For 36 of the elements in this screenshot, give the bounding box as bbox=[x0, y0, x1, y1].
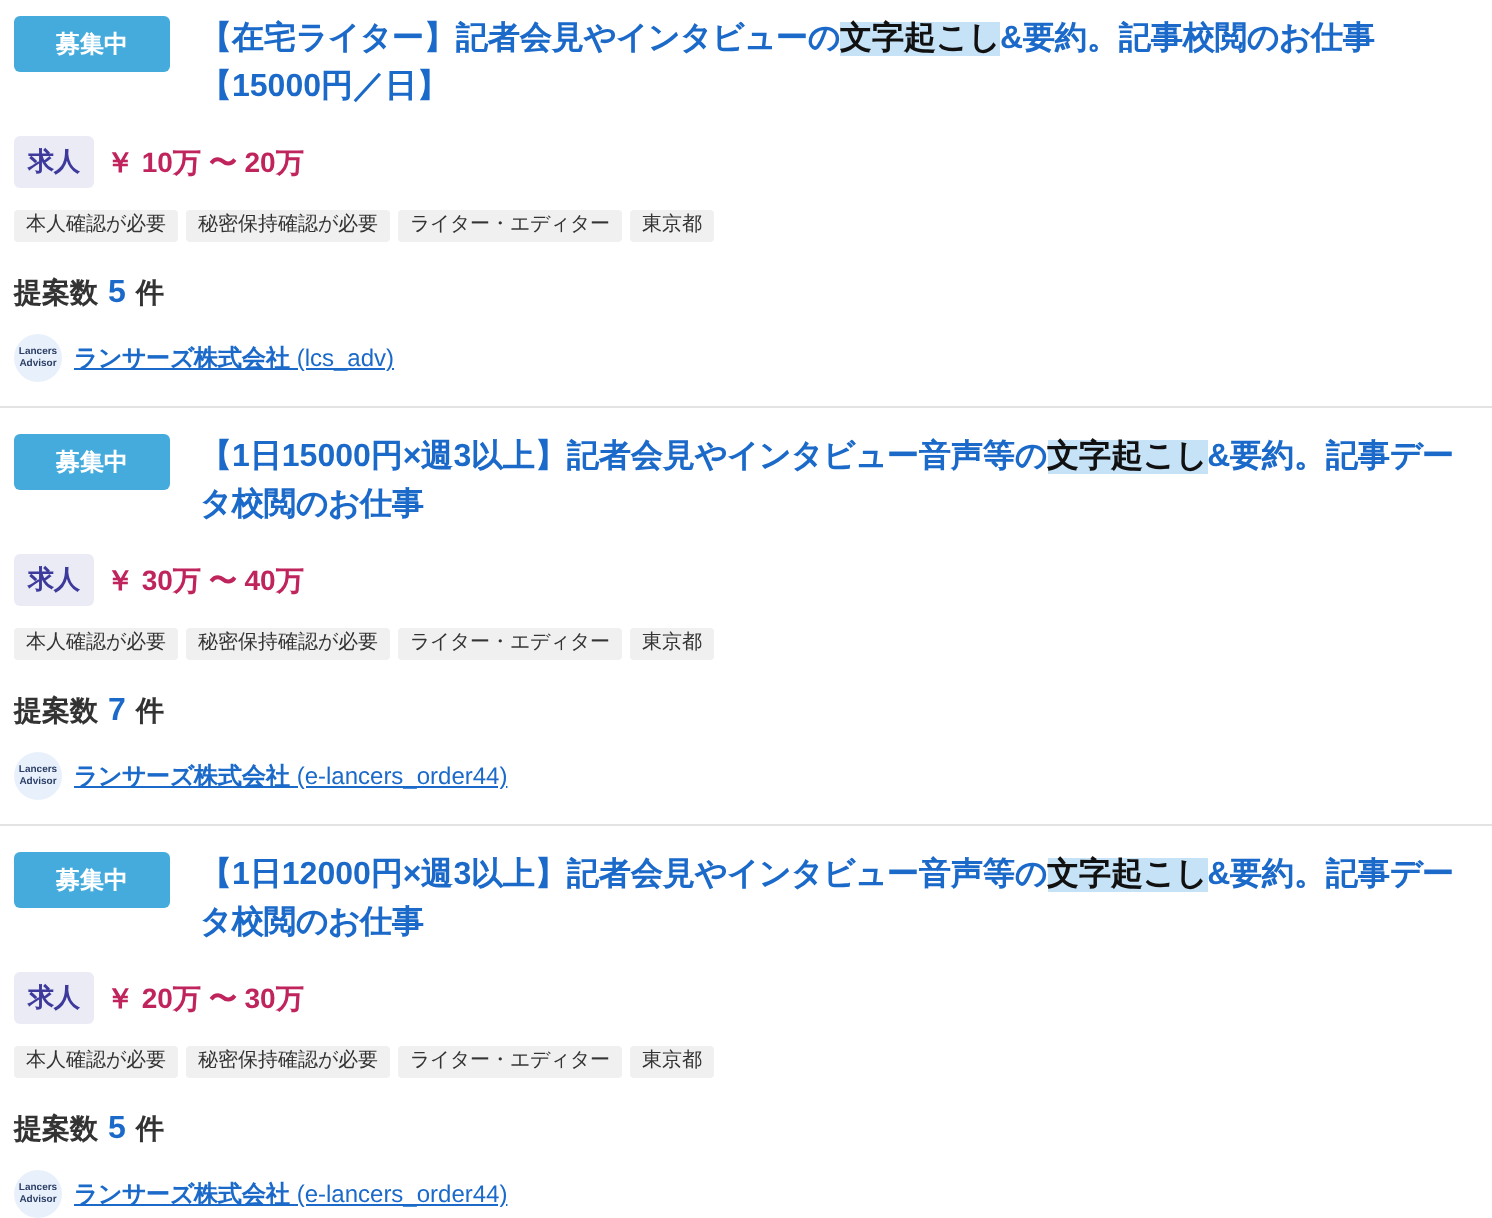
tag: 秘密保持確認が必要 bbox=[186, 210, 390, 242]
tag: 秘密保持確認が必要 bbox=[186, 1046, 390, 1078]
salary-range: ￥ 10万 〜 20万 bbox=[106, 143, 304, 181]
proposal-count: 5 bbox=[108, 274, 126, 314]
job-type-badge: 求人 bbox=[14, 554, 94, 606]
tag: ライター・エディター bbox=[398, 628, 622, 660]
job-title-link[interactable]: 【在宅ライター】記者会見やインタビューの文字起こし&要約。記事校閲のお仕事【15000円／日】 bbox=[200, 16, 1472, 112]
tag: ライター・エディター bbox=[398, 210, 622, 242]
proposal-count-unit: 件 bbox=[135, 692, 164, 730]
job-type-badge: 求人 bbox=[14, 972, 94, 1024]
company-link[interactable]: ランサーズ株式会社 (lcs_adv) bbox=[74, 340, 395, 376]
status-badge: 募集中 bbox=[14, 16, 170, 72]
tag: 東京都 bbox=[630, 1046, 714, 1078]
status-badge: 募集中 bbox=[14, 852, 170, 908]
proposal-count: 5 bbox=[108, 1110, 126, 1150]
tag: 本人確認が必要 bbox=[14, 1046, 178, 1078]
status-badge: 募集中 bbox=[14, 434, 170, 490]
job-type-badge: 求人 bbox=[14, 136, 94, 188]
tag: 東京都 bbox=[630, 628, 714, 660]
company-link[interactable]: ランサーズ株式会社 (e-lancers_order44) bbox=[74, 758, 508, 794]
tag: 本人確認が必要 bbox=[14, 210, 178, 242]
proposal-count-label: 提案数 bbox=[14, 692, 98, 730]
tag: 秘密保持確認が必要 bbox=[186, 628, 390, 660]
salary-range: ￥ 20万 〜 30万 bbox=[106, 979, 304, 1017]
job-title-link[interactable]: 【1日12000円×週3以上】記者会見やインタビュー音声等の文字起こし&要約。記事データ校閲のお仕事 bbox=[200, 852, 1472, 948]
company-link[interactable]: ランサーズ株式会社 (e-lancers_order44) bbox=[74, 1176, 508, 1212]
salary-range: ￥ 30万 〜 40万 bbox=[106, 561, 304, 599]
tag: 本人確認が必要 bbox=[14, 628, 178, 660]
proposal-count-label: 提案数 bbox=[14, 1110, 98, 1148]
proposal-count-label: 提案数 bbox=[14, 274, 98, 312]
job-title-link[interactable]: 【1日15000円×週3以上】記者会見やインタビュー音声等の文字起こし&要約。記事データ校閲のお仕事 bbox=[200, 434, 1472, 530]
proposal-count: 7 bbox=[108, 692, 126, 732]
proposal-count-unit: 件 bbox=[135, 1110, 164, 1148]
proposal-count-unit: 件 bbox=[135, 274, 164, 312]
tag: ライター・エディター bbox=[398, 1046, 622, 1078]
tag: 東京都 bbox=[630, 210, 714, 242]
